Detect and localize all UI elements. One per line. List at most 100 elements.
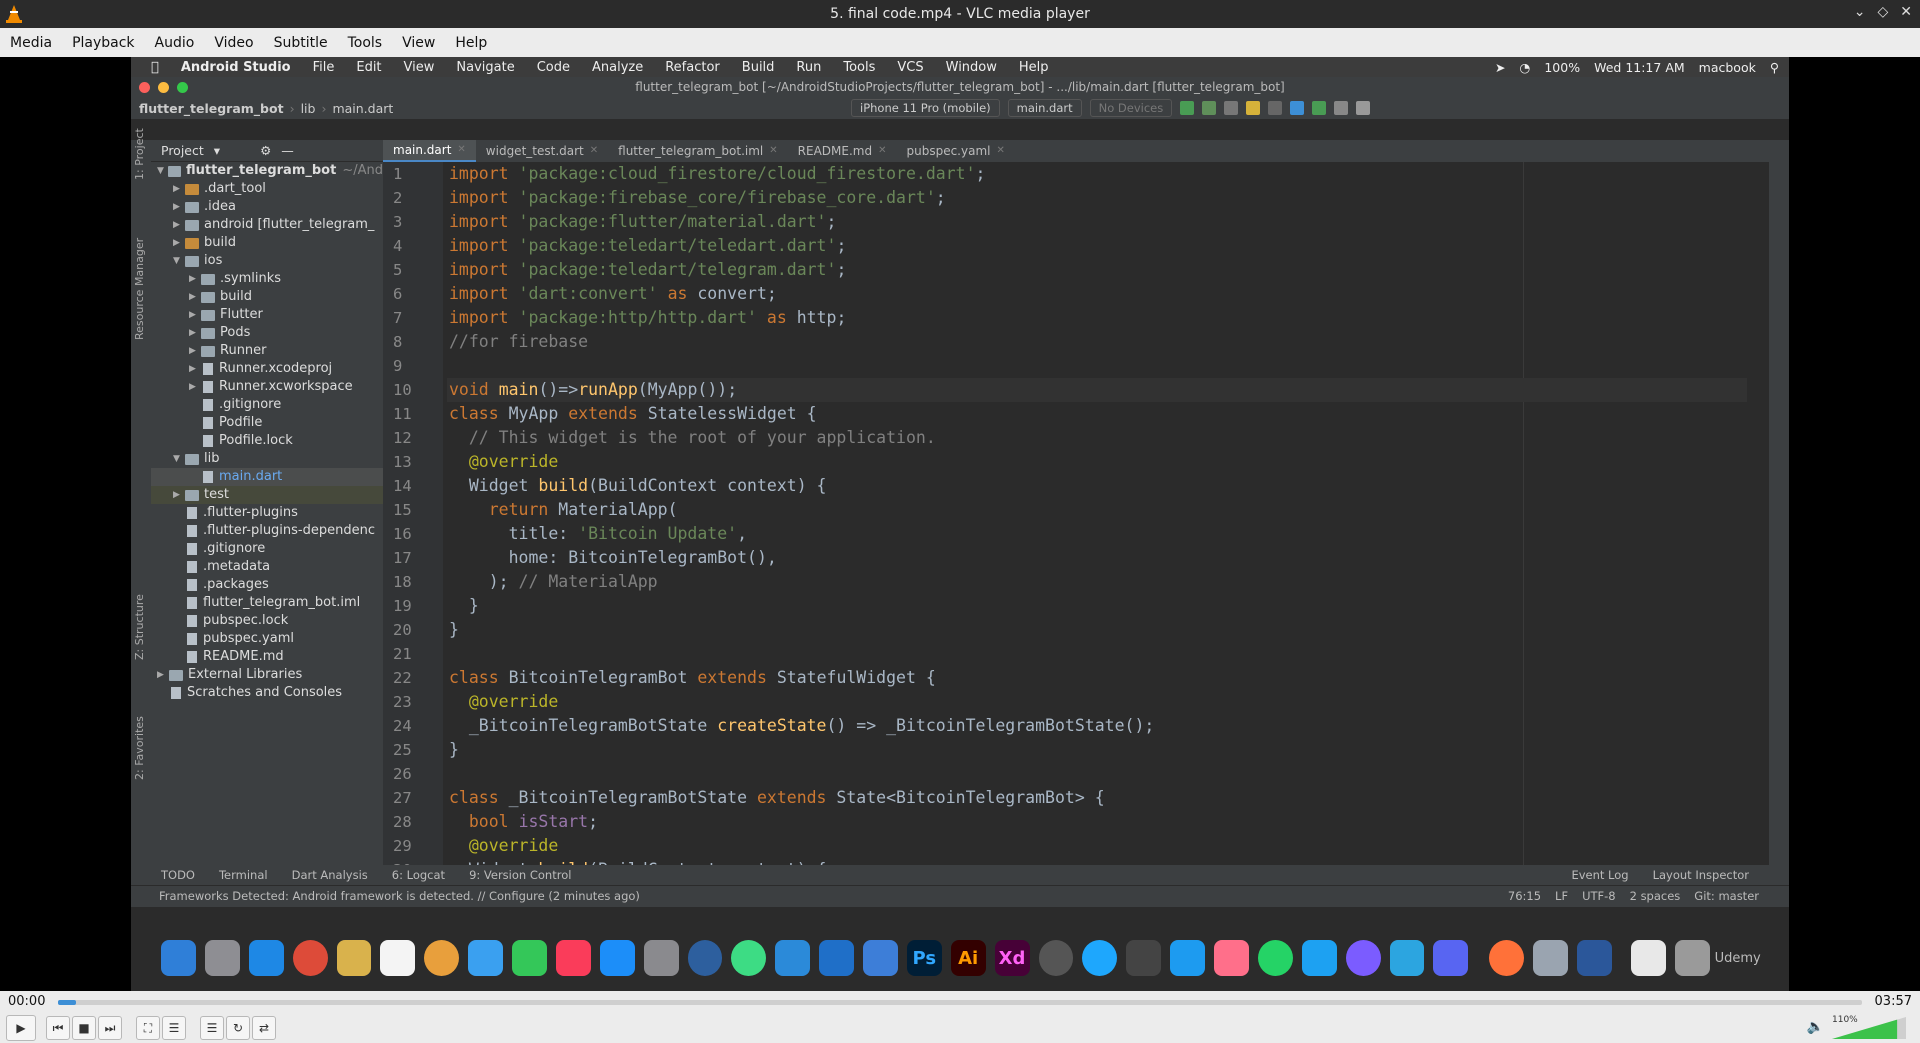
playlist-button[interactable]: ☰	[200, 1016, 224, 1040]
stop-button[interactable]: ■	[72, 1016, 96, 1040]
file-icon	[203, 417, 213, 429]
file-icon	[187, 543, 197, 555]
menu-media[interactable]: Media	[0, 35, 62, 51]
close-icon[interactable]: ✕	[1900, 4, 1912, 20]
xd-icon: Xd	[994, 940, 1030, 976]
file-icon	[203, 435, 213, 447]
tree-item: .flutter-plugins	[151, 504, 383, 522]
project-panel-header: Project ▾ ⚙ —	[151, 140, 383, 162]
next-icon: ⏭	[104, 1020, 116, 1035]
tree-item: main.dart	[151, 468, 383, 486]
line-number: 18	[393, 573, 412, 591]
tree-item: ▶ Runner	[151, 342, 383, 360]
udemy-watermark: Udemy	[1714, 950, 1761, 966]
folder-icon	[201, 291, 215, 303]
shuffle-button[interactable]: ⇄	[252, 1016, 276, 1040]
video-area[interactable]:  Android Studio File Edit View Navigate…	[0, 57, 1920, 991]
menu-tools[interactable]: Tools	[338, 35, 393, 51]
tree-item: .metadata	[151, 558, 383, 576]
fullscreen-button[interactable]: ⛶	[136, 1016, 160, 1040]
messages-icon	[468, 940, 503, 976]
tree-item-label: Runner.xcodeproj	[219, 361, 333, 376]
tree-item: .gitignore	[151, 396, 383, 414]
tree-item: ▼ flutter_telegram_bot ~/And	[151, 162, 383, 180]
code-area: import 'package:cloud_firestore/cloud_fi…	[447, 162, 1747, 903]
folder-icon	[201, 273, 215, 285]
code-line: void main()=>runApp(MyApp());	[447, 378, 1747, 402]
clock: Wed 11:17 AM	[1594, 59, 1685, 75]
line-number: 1	[393, 165, 403, 183]
file-icon	[187, 561, 197, 573]
menu-audio[interactable]: Audio	[145, 35, 205, 51]
mac-menu-bar:  Android Studio File Edit View Navigate…	[131, 57, 1789, 77]
mac-menu-window: Window	[937, 59, 997, 75]
tab-widget-test: widget_test.dart ✕	[476, 140, 608, 162]
menu-video[interactable]: Video	[204, 35, 263, 51]
menu-help[interactable]: Help	[445, 35, 497, 51]
menu-subtitle[interactable]: Subtitle	[264, 35, 338, 51]
ide-title: flutter_telegram_bot [~/AndroidStudioPro…	[635, 80, 1285, 94]
tree-item-label: pubspec.yaml	[203, 631, 294, 646]
maximize-icon[interactable]: ◇	[1877, 4, 1888, 20]
todo-tab: TODO	[161, 868, 195, 882]
tree-item: pubspec.lock	[151, 612, 383, 630]
volume-label: 110%	[1832, 1015, 1858, 1025]
file-icon	[187, 507, 197, 519]
chevron-right-icon: ›	[289, 100, 295, 116]
code-line: }	[449, 620, 459, 639]
chevron-right-icon: ▶	[173, 490, 180, 500]
play-button[interactable]: ▶	[6, 1015, 36, 1041]
previous-button[interactable]: ⏮	[46, 1016, 70, 1040]
mac-menu-refactor: Refactor	[657, 59, 720, 75]
word-icon	[1577, 940, 1612, 976]
folder-icon	[168, 165, 181, 177]
notes-icon	[336, 940, 372, 976]
line-number: 6	[393, 285, 403, 303]
folder-icon	[185, 201, 199, 213]
discord-icon	[1433, 940, 1469, 976]
tree-item-label: ios	[204, 253, 223, 268]
seek-slider[interactable]	[58, 1000, 1862, 1005]
equalizer-icon: ☰	[168, 1021, 180, 1035]
file-icon	[187, 597, 197, 609]
code-line: import 'package:cloud_firestore/cloud_fi…	[449, 164, 986, 183]
folder-icon	[201, 327, 215, 339]
tree-item-label: build	[204, 235, 236, 250]
window-title: 5. final code.mp4 - VLC media player	[830, 6, 1090, 22]
line-number-gutter: 1 2 3 4 5 6 7 8 9 10 11 12 13 14 15 16 17 18 19 20 21 22 23 24 2…	[383, 162, 443, 903]
next-button[interactable]: ⏭	[98, 1016, 122, 1040]
file-icon	[187, 525, 197, 537]
extended-settings-button[interactable]: ☰	[162, 1016, 186, 1040]
tree-item-label: .flutter-plugins	[203, 505, 298, 520]
speaker-icon[interactable]: 🔈	[1807, 1019, 1824, 1035]
tree-item-label: .gitignore	[219, 397, 282, 412]
file-icon	[187, 615, 197, 627]
loop-icon: ↻	[232, 1021, 244, 1035]
close-tab-icon: ✕	[457, 144, 466, 155]
line-number: 20	[393, 621, 412, 639]
ide-toolbar: flutter_telegram_bot › lib › main.dart i…	[131, 97, 1789, 120]
folder-icon	[185, 219, 199, 231]
run-config-selector: main.dart	[1007, 99, 1082, 117]
file-icon	[203, 399, 213, 411]
minimize-dot-icon	[158, 82, 169, 93]
code-line: home: BitcoinTelegramBot(),	[449, 548, 777, 567]
menu-view[interactable]: View	[392, 35, 445, 51]
menu-playback[interactable]: Playback	[62, 35, 144, 51]
close-tab-icon: ✕	[589, 145, 599, 156]
history-icon	[1334, 101, 1349, 115]
volume-slider[interactable]: 110%	[1832, 1015, 1906, 1039]
vlc-seek-bar: 00:00 03:57	[0, 991, 1920, 1013]
minimize-icon[interactable]: ⌄	[1854, 4, 1866, 20]
chevron-right-icon: ›	[321, 100, 327, 116]
file-icon	[187, 651, 197, 663]
editor-tabs: main.dart ✕ widget_test.dart ✕ flutter_tel…	[383, 140, 1769, 162]
vlc-menu-bar: Media Playback Audio Video Subtitle Tool…	[0, 28, 1920, 57]
folder-icon	[185, 255, 199, 267]
tab-readme: README.md ✕	[788, 140, 897, 162]
chevron-right-icon: ▶	[189, 310, 196, 320]
loop-button[interactable]: ↻	[226, 1016, 250, 1040]
code-line: class BitcoinTelegramBot extends Statefu…	[449, 668, 936, 687]
tree-root-path: ~/And	[342, 163, 383, 178]
